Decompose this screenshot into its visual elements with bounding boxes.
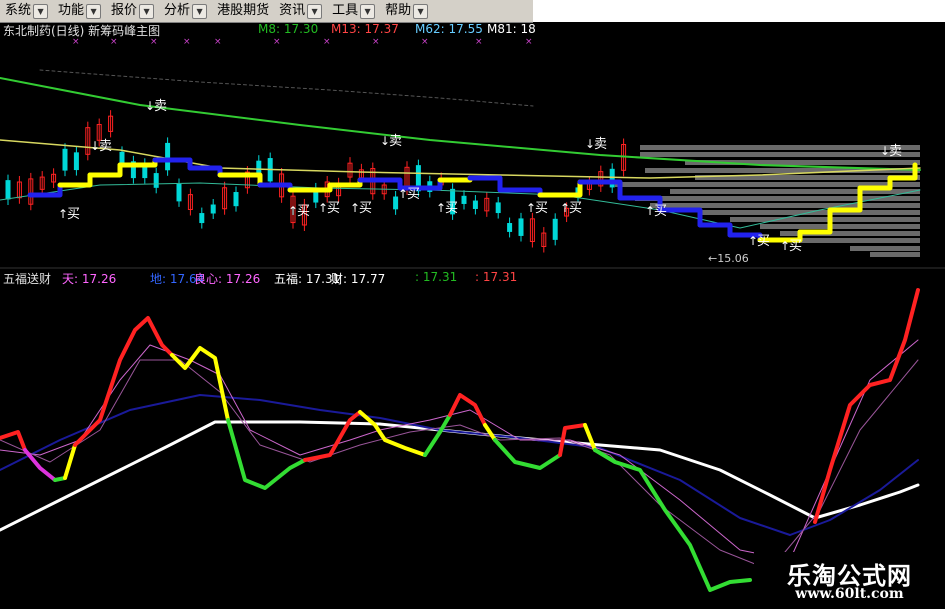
indicator-value: 良心: 17.26: [194, 272, 261, 286]
ma-tick-mark: ×: [273, 37, 281, 47]
candle-body: [552, 218, 558, 240]
ma-tick-mark: ×: [475, 37, 483, 47]
step-line-segment: [57, 172, 93, 188]
step-line-segment: [287, 182, 333, 193]
indicator-value: : 17.31: [415, 270, 458, 284]
chip-bar: [730, 217, 920, 222]
ma-tick-mark: ×: [421, 37, 429, 47]
ma-tick-mark: ×: [214, 37, 222, 47]
indicator-value: 财: 17.77: [331, 272, 386, 286]
candle-body: [233, 192, 239, 207]
sell-signal-label: 卖: [154, 99, 167, 114]
ma-tick-mark: ×: [110, 37, 118, 47]
sell-signal-label: 卖: [889, 144, 902, 159]
buy-signal-label: 买: [789, 239, 802, 254]
sell-signal-label: 卖: [99, 139, 112, 154]
step-line-segment: [257, 182, 293, 193]
ma-tick-mark: ×: [150, 37, 158, 47]
step-line-segment: [87, 162, 123, 178]
step-line-segment: [537, 179, 583, 198]
candle-body: [5, 180, 11, 200]
indicator-signal-segment: [423, 413, 452, 457]
chip-bar: [650, 203, 920, 208]
chip-bar: [760, 224, 920, 229]
candle-body: [518, 218, 524, 236]
candle-body: [199, 213, 205, 224]
sell-signal-label: 卖: [594, 137, 607, 152]
ma-tick-mark: ×: [72, 37, 80, 47]
indicator-signal-segment: [303, 410, 362, 462]
step-line-segment: [697, 222, 733, 238]
buy-signal-label: 买: [67, 207, 80, 222]
indicator-signal-segment: [593, 448, 752, 592]
indicator-blue-line: [0, 394, 919, 536]
buy-signal-label: 买: [407, 187, 420, 202]
buy-signal-label: 买: [757, 234, 770, 249]
candle-body: [393, 196, 399, 210]
candle-body: [461, 195, 467, 204]
step-line-segment: [437, 175, 473, 183]
candle-body: [507, 223, 513, 232]
indicator-name: 五福送财: [3, 272, 52, 286]
step-line-segment: [357, 177, 403, 191]
chip-bar: [795, 238, 920, 243]
indicator-signal-segment: [226, 418, 307, 490]
step-line-segment: [27, 182, 63, 198]
candle-body: [153, 173, 159, 188]
indicator-signal-segment: [813, 288, 920, 524]
buy-signal-label: 买: [359, 201, 372, 216]
candle-body: [73, 152, 79, 171]
indicator-signal-segment: [483, 423, 497, 442]
stock-chart[interactable]: × × × × × × × × × × ×↓卖↓卖 ↓卖 ↓卖 ↓卖↑买 ↑买 ↑买 ↑买↑买↑买 ↑买 ↑买 ↑买↑…: [0, 0, 945, 609]
indicator-purple-line: [0, 339, 919, 561]
ma-tick-mark: ×: [323, 37, 331, 47]
buy-signal-label: 买: [445, 201, 458, 216]
buy-signal-label: 买: [535, 201, 548, 216]
candle-body: [62, 148, 68, 171]
indicator-signal-segment: [63, 443, 77, 480]
chip-bar: [640, 152, 920, 157]
step-line-segment: [327, 177, 363, 188]
watermark: 乐淘公式网 www.60lt.com: [754, 552, 945, 609]
indicator-signal-segment: [170, 346, 230, 422]
candle-body: [472, 200, 478, 209]
watermark-url: www.60lt.com: [795, 586, 904, 602]
step-line-segment: [152, 157, 193, 171]
indicator-signal-segment: [0, 430, 27, 452]
buy-signal-label: 买: [297, 204, 310, 219]
ma-tick-mark: ×: [525, 37, 533, 47]
candle-body: [495, 202, 501, 214]
step-line-segment: [187, 165, 223, 178]
indicator-signal-segment: [493, 438, 562, 470]
ma-tick-mark: ×: [372, 37, 380, 47]
low-price-label: ←15.06: [708, 252, 749, 265]
step-line-segment: [577, 179, 623, 201]
step-line-segment: [467, 175, 503, 193]
indicator-purple-line: [0, 359, 919, 571]
indicator-value: : 17.31: [475, 270, 518, 284]
candle-body: [176, 184, 182, 202]
chip-bar: [870, 252, 920, 257]
indicator-signal-segment: [448, 393, 487, 427]
buy-signal-label: 买: [654, 204, 667, 219]
buy-signal-label: 买: [327, 201, 340, 216]
candle-body: [165, 142, 171, 171]
chip-bar: [850, 246, 920, 251]
ma-tick-mark: ×: [183, 37, 191, 47]
sell-signal-label: 卖: [389, 134, 402, 149]
buy-signal-label: 买: [569, 201, 582, 216]
step-line-segment: [117, 157, 158, 168]
candle-body: [210, 204, 216, 214]
indicator-signal-segment: [558, 423, 587, 457]
chip-bar: [640, 145, 920, 150]
step-line-segment: [217, 172, 263, 188]
indicator-value: 天: 17.26: [62, 272, 117, 286]
indicator-white-line: [0, 420, 920, 532]
